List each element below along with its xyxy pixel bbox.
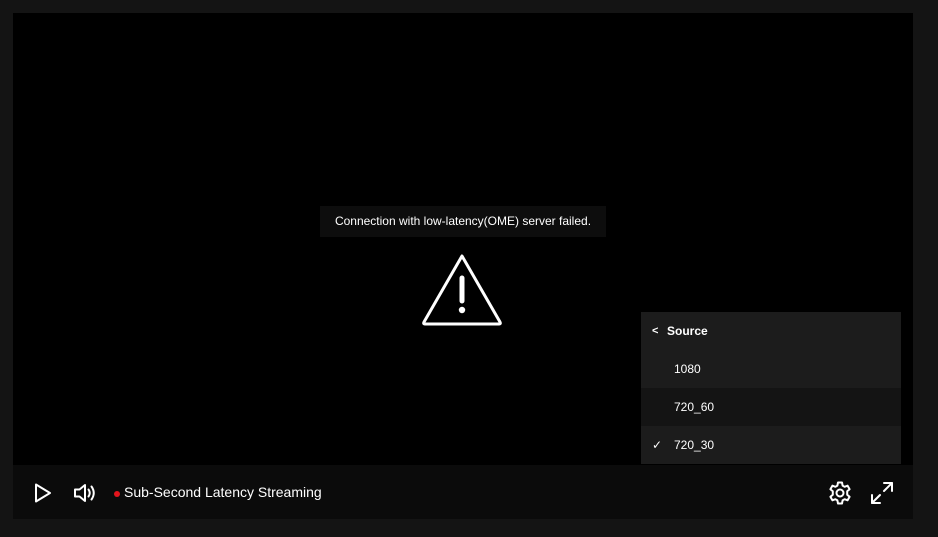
video-player[interactable]: Connection with low-latency(OME) server … [13,13,913,519]
stream-title: Sub-Second Latency Streaming [124,484,322,500]
quality-menu-back[interactable]: < Source [641,312,901,350]
quality-option-label: 720_60 [674,400,715,414]
quality-option-720-60[interactable]: 720_60 [641,388,901,426]
play-button[interactable] [29,480,55,506]
quality-option-label: 1080 [674,362,701,376]
check-icon: ✓ [652,438,663,452]
quality-menu: < Source 1080 720_60 ✓ 720_30 [641,312,901,464]
quality-option-label: 720_30 [674,438,715,452]
gear-icon [829,481,851,505]
play-icon [35,483,51,503]
quality-option-720-30[interactable]: ✓ 720_30 [641,426,901,464]
fullscreen-button[interactable] [869,480,895,506]
error-message: Connection with low-latency(OME) server … [320,206,606,237]
live-indicator-dot [114,491,120,497]
settings-button[interactable] [827,480,853,506]
quality-menu-title: Source [667,324,708,338]
control-bar: Sub-Second Latency Streaming [13,465,913,519]
fullscreen-icon [871,482,893,504]
quality-option-1080[interactable]: 1080 [641,350,901,388]
back-chevron-icon: < [652,325,659,337]
warning-triangle-icon [420,252,504,327]
volume-icon [74,484,95,502]
volume-button[interactable] [72,480,98,506]
